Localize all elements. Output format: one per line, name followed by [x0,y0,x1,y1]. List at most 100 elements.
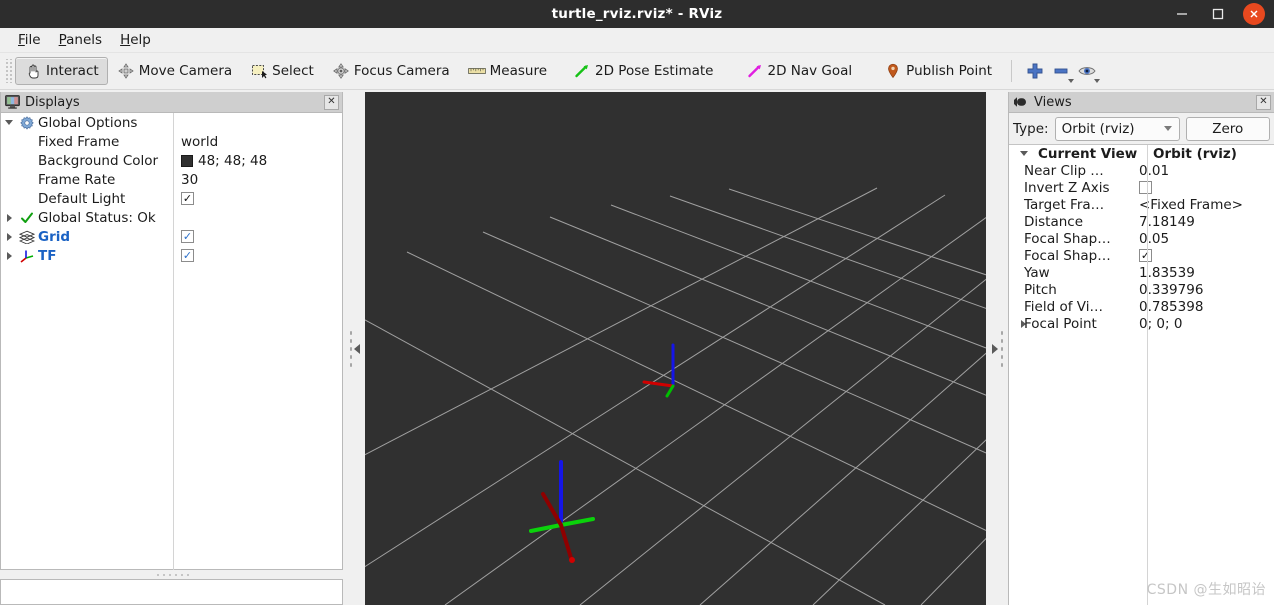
display-value-background-color[interactable]: 48; 48; 48 [173,153,267,169]
collapse-left-arrow-icon[interactable] [348,328,360,369]
expander-right-icon[interactable] [1,251,17,260]
view-row-focal-point[interactable]: Focal Point 0; 0; 0 [1009,315,1274,332]
tf-axes-icon [17,249,37,263]
right-panel-collapse-splitter[interactable] [986,92,1008,605]
display-label-tf: TF [38,247,57,264]
grid-checkbox[interactable]: ✓ [181,230,194,243]
expander-right-icon[interactable] [1,213,17,222]
tool-measure-button[interactable]: Measure [459,57,556,85]
add-display-icon[interactable] [1022,57,1048,85]
display-row-default-light[interactable]: Default Light ✓ [1,189,342,208]
left-panel-collapse-splitter[interactable] [343,92,365,605]
visibility-eye-icon[interactable] [1074,57,1101,85]
tool-2d-pose-estimate-label: 2D Pose Estimate [595,63,714,79]
close-button[interactable] [1243,3,1265,25]
display-row-fixed-frame[interactable]: Fixed Frame world [1,132,342,151]
views-column-divider[interactable] [1147,145,1148,605]
display-row-frame-rate[interactable]: Frame Rate 30 [1,170,342,189]
tool-focus-camera-button[interactable]: Focus Camera [323,57,459,85]
triangle-right-icon [991,343,998,354]
remove-display-icon[interactable] [1048,57,1075,85]
expander-right-icon[interactable] [1009,319,1026,328]
view-value-yaw[interactable]: 1.83539 [1133,265,1195,281]
view-label-distance: Distance [1024,213,1084,230]
view-value-target-frame[interactable]: <Fixed Frame> [1133,197,1243,213]
view-row-pitch[interactable]: Pitch 0.339796 [1009,281,1274,298]
view-value-field-of-view[interactable]: 0.785398 [1133,299,1203,315]
display-row-tf[interactable]: TF ✓ [1,246,342,265]
display-value-default-light[interactable]: ✓ [173,192,194,205]
view-label-field-of-view: Field of Vi… [1024,298,1103,315]
views-panel: Views ✕ Type: Orbit (rviz) Zero Current … [1008,92,1274,605]
tool-2d-pose-estimate-button[interactable]: 2D Pose Estimate [564,57,722,85]
toolbar-separator [1011,60,1013,82]
select-rectangle-icon [250,62,268,80]
menu-file[interactable]: File [9,30,50,50]
view-row-focal-shape-fixed[interactable]: Focal Shap… ✓ [1009,247,1274,264]
3d-render-viewport[interactable] [365,92,986,605]
view-value-focal-shape-fixed[interactable]: ✓ [1133,249,1152,262]
display-value-fixed-frame[interactable]: world [173,134,218,150]
view-label-yaw: Yaw [1024,264,1050,281]
view-value-distance[interactable]: 7.18149 [1133,214,1195,230]
view-value-focal-shape-size[interactable]: 0.05 [1133,231,1169,247]
display-value-grid[interactable]: ✓ [173,230,194,243]
tf-checkbox[interactable]: ✓ [181,249,194,262]
zero-button[interactable]: Zero [1185,116,1270,141]
minimize-button[interactable] [1171,3,1193,25]
view-row-current-view[interactable]: Current View Orbit (rviz) [1009,145,1274,162]
views-type-combobox[interactable]: Orbit (rviz) [1054,116,1180,141]
tool-select-button[interactable]: Select [241,57,323,85]
toolbar-grip[interactable] [4,59,13,83]
tool-interact-label: Interact [46,63,99,79]
collapse-right-arrow-icon[interactable] [991,328,1003,369]
expander-right-icon[interactable] [1,232,17,241]
focal-shape-fixed-checkbox[interactable]: ✓ [1139,249,1152,262]
view-row-yaw[interactable]: Yaw 1.83539 [1009,264,1274,281]
displays-tree: Global Options Fixed Frame world Backgro… [1,113,342,265]
tool-2d-nav-goal-button[interactable]: 2D Nav Goal [737,57,862,85]
green-check-icon [17,211,37,225]
views-type-row: Type: Orbit (rviz) Zero [1009,113,1274,144]
invert-z-axis-checkbox[interactable] [1139,181,1152,194]
default-light-checkbox[interactable]: ✓ [181,192,194,205]
display-value-frame-rate[interactable]: 30 [173,172,198,188]
display-row-global-options[interactable]: Global Options [1,113,342,132]
views-close-icon[interactable]: ✕ [1256,94,1271,110]
expander-down-icon[interactable] [1009,151,1038,156]
move-camera-icon [117,62,135,80]
displays-lower-splitter[interactable] [0,570,343,579]
view-row-field-of-view[interactable]: Field of Vi… 0.785398 [1009,298,1274,315]
lower-dock-panel [0,579,343,605]
display-row-background-color[interactable]: Background Color 48; 48; 48 [1,151,342,170]
view-row-near-clip[interactable]: Near Clip … 0.01 [1009,162,1274,179]
tool-move-camera-button[interactable]: Move Camera [108,57,241,85]
display-row-global-status[interactable]: Global Status: Ok [1,208,342,227]
view-label-target-frame: Target Fra… [1024,196,1105,213]
view-value-pitch[interactable]: 0.339796 [1133,282,1203,298]
grid-icon [17,230,37,244]
maximize-button[interactable] [1207,3,1229,25]
view-row-focal-shape-size[interactable]: Focal Shap… 0.05 [1009,230,1274,247]
tool-publish-point-button[interactable]: Publish Point [875,57,1001,85]
displays-close-icon[interactable]: ✕ [324,94,339,110]
view-value-invert-z-axis[interactable] [1133,181,1152,194]
tool-interact-button[interactable]: Interact [15,57,108,85]
focus-camera-icon [332,62,350,80]
display-value-tf[interactable]: ✓ [173,249,194,262]
view-value-near-clip[interactable]: 0.01 [1133,163,1169,179]
gear-icon [17,115,37,130]
chevron-down-icon[interactable] [1094,79,1101,83]
view-value-focal-point[interactable]: 0; 0; 0 [1133,316,1182,332]
magenta-arrow-icon [746,62,764,80]
menu-panels[interactable]: Panels [50,30,111,50]
menu-help[interactable]: Help [111,30,160,50]
tool-focus-camera-label: Focus Camera [353,63,450,79]
expander-down-icon[interactable] [1,120,17,125]
display-row-grid[interactable]: Grid ✓ [1,227,342,246]
tool-measure-label: Measure [489,63,548,79]
view-label-near-clip: Near Clip … [1024,162,1104,179]
view-row-target-frame[interactable]: Target Fra… <Fixed Frame> [1009,196,1274,213]
view-row-distance[interactable]: Distance 7.18149 [1009,213,1274,230]
view-row-invert-z-axis[interactable]: Invert Z Axis [1009,179,1274,196]
